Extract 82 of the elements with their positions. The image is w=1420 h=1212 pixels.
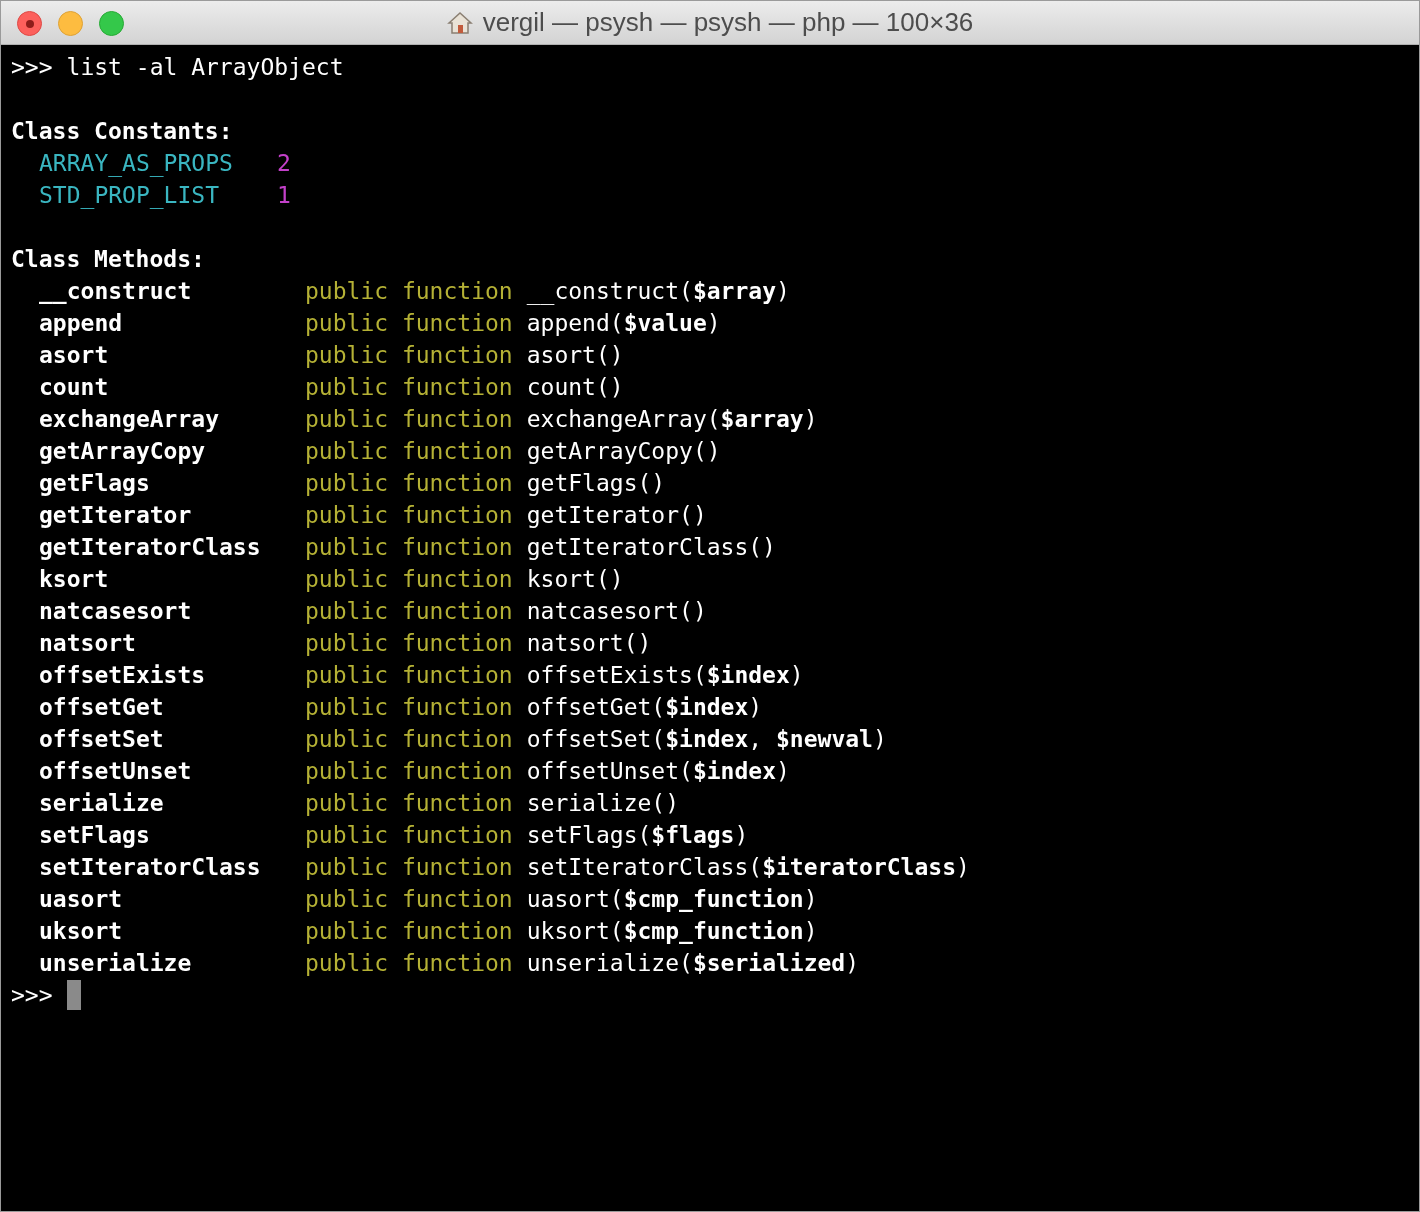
method-signature: offsetUnset($index) — [526, 757, 790, 786]
method-signature: natsort() — [526, 629, 652, 658]
method-modifiers: public function — [305, 437, 513, 466]
method-signature: getFlags() — [526, 469, 666, 498]
constant-value: 2 — [277, 149, 291, 178]
text-cursor — [66, 980, 81, 1010]
method-name: setFlags — [39, 822, 150, 848]
method-signature: getArrayCopy() — [526, 437, 721, 466]
method-signature: exchangeArray($array) — [526, 405, 818, 434]
method-signature: __construct($array) — [526, 277, 790, 307]
method-signature: getIteratorClass() — [526, 533, 776, 562]
method-modifiers: public function — [305, 277, 513, 306]
method-name: setIteratorClass — [39, 854, 261, 880]
method-name: offsetUnset — [39, 758, 192, 784]
method-name: getIteratorClass — [39, 534, 261, 560]
home-icon — [446, 10, 473, 35]
method-modifiers: public function — [305, 885, 513, 914]
method-signature: serialize() — [526, 789, 680, 818]
method-name: append — [39, 310, 123, 336]
method-modifiers: public function — [305, 597, 513, 626]
method-name: offsetExists — [39, 662, 206, 688]
method-modifiers: public function — [305, 565, 513, 594]
method-modifiers: public function — [305, 917, 513, 946]
method-name: exchangeArray — [39, 406, 219, 432]
method-name: natcasesort — [39, 598, 192, 624]
method-name: serialize — [39, 790, 164, 816]
method-modifiers: public function — [305, 853, 513, 882]
method-signature: unserialize($serialized) — [526, 949, 860, 978]
method-name: getFlags — [39, 470, 150, 496]
method-signature: append($value) — [526, 309, 721, 338]
method-signature: uksort($cmp_function) — [526, 917, 818, 946]
method-name: ksort — [39, 566, 109, 592]
method-modifiers: public function — [305, 693, 513, 722]
section-heading: Class Methods: — [11, 246, 205, 272]
command-text: list -al ArrayObject — [66, 53, 344, 82]
method-modifiers: public function — [305, 533, 513, 562]
method-name: getIterator — [39, 502, 192, 528]
method-signature: offsetSet($index, $newval) — [526, 725, 887, 754]
section-heading: Class Constants: — [11, 118, 233, 144]
method-modifiers: public function — [305, 789, 513, 818]
method-name: getArrayCopy — [39, 438, 206, 464]
method-modifiers: public function — [305, 341, 513, 370]
method-modifiers: public function — [305, 757, 513, 786]
method-name: uksort — [39, 918, 123, 944]
method-signature: ksort() — [526, 565, 624, 594]
method-signature: natcasesort() — [526, 597, 707, 626]
method-modifiers: public function — [305, 821, 513, 850]
method-modifiers: public function — [305, 309, 513, 338]
minimize-button[interactable] — [58, 11, 83, 36]
zoom-button[interactable] — [99, 11, 124, 36]
method-signature: offsetGet($index) — [526, 693, 763, 722]
prompt: >>> — [11, 981, 53, 1010]
method-name: count — [39, 374, 109, 400]
constant-value: 1 — [277, 181, 291, 210]
window-title: vergil — psysh — psysh — php — 100×36 — [482, 6, 974, 39]
method-name: natsort — [39, 630, 136, 656]
method-modifiers: public function — [305, 501, 513, 530]
constant-name: ARRAY_AS_PROPS — [39, 149, 234, 179]
method-signature: setIteratorClass($iteratorClass) — [526, 853, 970, 882]
method-signature: setFlags($flags) — [526, 821, 749, 850]
method-signature: uasort($cmp_function) — [526, 885, 818, 914]
method-modifiers: public function — [305, 405, 513, 434]
method-signature: offsetExists($index) — [526, 661, 804, 690]
method-name: __construct — [39, 278, 192, 304]
method-name: offsetSet — [39, 726, 164, 752]
method-name: asort — [39, 342, 109, 368]
method-modifiers: public function — [305, 469, 513, 498]
close-button[interactable] — [17, 11, 42, 36]
method-signature: count() — [526, 373, 624, 402]
method-modifiers: public function — [305, 725, 513, 754]
method-name: unserialize — [39, 950, 192, 976]
close-icon — [25, 19, 34, 28]
prompt: >>> — [11, 53, 53, 82]
method-name: uasort — [39, 886, 123, 912]
method-modifiers: public function — [305, 661, 513, 690]
method-signature: asort() — [526, 341, 624, 370]
method-modifiers: public function — [305, 373, 513, 402]
method-modifiers: public function — [305, 629, 513, 658]
method-modifiers: public function — [305, 949, 513, 978]
method-signature: getIterator() — [526, 501, 707, 530]
constant-name: STD_PROP_LIST — [39, 181, 220, 211]
method-name: offsetGet — [39, 694, 164, 720]
